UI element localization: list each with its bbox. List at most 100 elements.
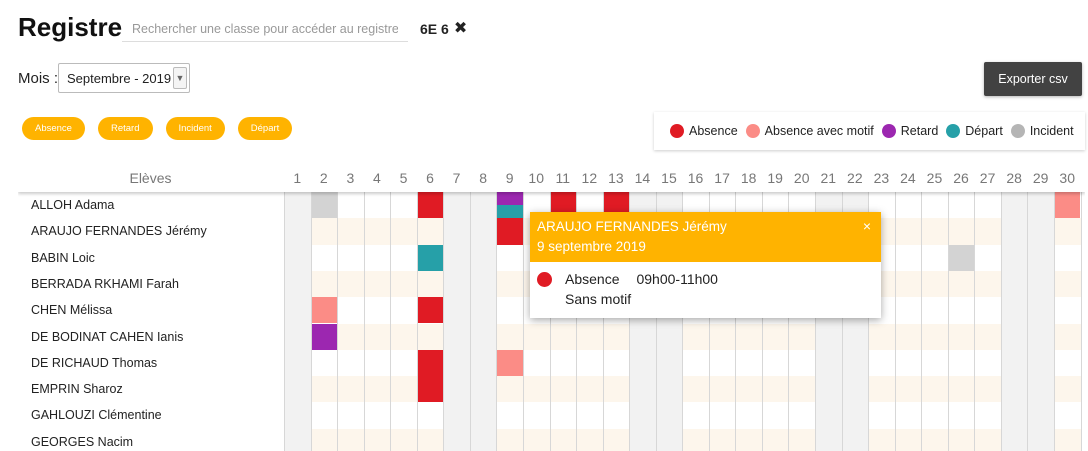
day-header: 6 bbox=[426, 170, 434, 186]
student-name[interactable]: ALLOH Adama bbox=[31, 192, 114, 218]
day-header: 12 bbox=[581, 170, 598, 186]
day-header: 19 bbox=[767, 170, 783, 186]
legend-label: Retard bbox=[900, 124, 939, 138]
export-csv-button[interactable]: Exporter csv bbox=[984, 62, 1082, 96]
legend-label: Incident bbox=[1029, 124, 1074, 138]
selected-class-label: 6E 6 bbox=[420, 21, 449, 37]
student-name[interactable]: ARAUJO FERNANDES Jérémy bbox=[31, 218, 207, 244]
day-header: 14 bbox=[634, 170, 651, 186]
day-header: 9 bbox=[505, 170, 514, 186]
day-header: 25 bbox=[926, 170, 943, 186]
event-cell-absence-motif[interactable] bbox=[311, 297, 338, 324]
month-select-value: Septembre - 2019 bbox=[67, 70, 172, 86]
day-header: 17 bbox=[714, 170, 730, 186]
popup-close-icon[interactable]: × bbox=[863, 218, 871, 234]
legend-label: Départ bbox=[965, 124, 1003, 138]
grid-line bbox=[974, 192, 976, 451]
day-header: 21 bbox=[820, 170, 837, 186]
day-header: 26 bbox=[953, 170, 969, 186]
absence-dot-icon bbox=[537, 271, 552, 287]
day-header: 11 bbox=[555, 170, 571, 186]
day-header: 10 bbox=[528, 170, 544, 186]
grid-line bbox=[469, 192, 471, 451]
depart-dot-icon bbox=[946, 124, 961, 138]
grid-line bbox=[1000, 192, 1002, 451]
selected-class-tag: 6E 6 ✖ bbox=[420, 21, 467, 38]
student-name[interactable]: BABIN Loic bbox=[31, 245, 95, 271]
event-popup: ARAUJO FERNANDES Jérémy 9 septembre 2019… bbox=[530, 212, 881, 318]
weekend-column bbox=[1000, 192, 1028, 451]
day-header: 2 bbox=[319, 170, 328, 186]
event-cell-incident[interactable] bbox=[948, 244, 975, 271]
legend-item-depart: Départ bbox=[942, 124, 1003, 138]
filter-depart-button[interactable]: Départ bbox=[237, 117, 293, 140]
popup-event-line: Absence 09h00-11h00 bbox=[537, 271, 874, 287]
day-header: 20 bbox=[793, 170, 810, 186]
day-header: 1 bbox=[293, 170, 302, 186]
day-header: 4 bbox=[373, 170, 381, 186]
grid-line bbox=[1053, 192, 1055, 451]
student-name[interactable]: DE BODINAT CAHEN Ianis bbox=[31, 324, 183, 350]
event-cell-depart[interactable] bbox=[417, 244, 444, 271]
legend-item-absence-motif: Absence avec motif bbox=[742, 124, 874, 138]
event-cell-retard[interactable] bbox=[497, 192, 523, 206]
day-header: 13 bbox=[608, 170, 624, 186]
month-label: Mois : bbox=[18, 70, 59, 87]
grid-line bbox=[1027, 192, 1029, 451]
student-name[interactable]: GEORGES Nacim bbox=[31, 429, 133, 451]
grid-header: Elèves 1 2 3 4 5 6 7 8 9 10 11 12 13 14 15 16 17 18 19 20 21… bbox=[18, 165, 1085, 192]
filter-retard-button[interactable]: Retard bbox=[97, 117, 153, 140]
event-cell-depart[interactable] bbox=[497, 205, 523, 219]
event-cell-retard[interactable] bbox=[311, 323, 338, 350]
day-header: 23 bbox=[873, 170, 890, 186]
grid-line bbox=[894, 192, 896, 451]
grid-line bbox=[947, 192, 949, 451]
grid-line bbox=[921, 192, 923, 451]
day-header: 3 bbox=[346, 170, 355, 186]
legend-item-retard: Retard bbox=[878, 124, 939, 138]
student-name[interactable]: DE RICHAUD Thomas bbox=[31, 350, 157, 376]
page-title: Registre bbox=[18, 12, 123, 42]
student-name[interactable]: BERRADA RKHAMI Farah bbox=[31, 271, 179, 297]
grid-line bbox=[522, 192, 524, 451]
close-icon[interactable]: ✖ bbox=[454, 21, 467, 37]
day-header: 8 bbox=[479, 170, 488, 186]
day-header: 18 bbox=[740, 170, 757, 186]
grid-line bbox=[337, 192, 339, 451]
grid-line bbox=[1080, 192, 1082, 451]
absence-dot-icon bbox=[670, 124, 684, 138]
day-header: 22 bbox=[847, 170, 863, 186]
absence-motif-dot-icon bbox=[745, 124, 760, 138]
day-header: 30 bbox=[1059, 170, 1075, 186]
event-cell-absence[interactable] bbox=[417, 376, 444, 403]
event-cell-absence-motif[interactable] bbox=[497, 349, 523, 377]
day-header: 27 bbox=[979, 170, 996, 186]
event-cell-absence[interactable] bbox=[417, 192, 444, 219]
weekend-column bbox=[284, 192, 311, 451]
student-name[interactable]: CHEN Mélissa bbox=[31, 297, 112, 323]
class-search-input[interactable] bbox=[122, 16, 408, 42]
grid-line bbox=[390, 192, 392, 451]
popup-date: 9 septembre 2019 bbox=[537, 239, 646, 254]
day-header: 7 bbox=[452, 170, 461, 186]
filter-absence-button[interactable]: Absence bbox=[22, 117, 85, 140]
month-select[interactable]: Septembre - 2019 ▼ bbox=[58, 63, 190, 93]
event-cell-absence[interactable] bbox=[497, 218, 523, 245]
legend-item-absence: Absence bbox=[666, 124, 738, 138]
day-header: 28 bbox=[1006, 170, 1022, 186]
weekend-column bbox=[1027, 192, 1054, 451]
event-cell-absence[interactable] bbox=[417, 349, 444, 377]
day-header: 29 bbox=[1032, 170, 1049, 186]
student-name[interactable]: EMPRIN Sharoz bbox=[31, 376, 123, 402]
popup-motif: Sans motif bbox=[565, 291, 632, 307]
popup-event-type: Absence bbox=[565, 271, 620, 287]
event-cell-incident[interactable] bbox=[311, 192, 338, 219]
filter-incident-button[interactable]: Incident bbox=[165, 117, 225, 140]
event-cell-absence[interactable] bbox=[417, 297, 444, 324]
student-name[interactable]: GAHLOUZI Clémentine bbox=[31, 402, 162, 428]
event-cell-absence-motif[interactable] bbox=[1054, 192, 1081, 219]
grid-line bbox=[443, 192, 445, 451]
legend-label: Absence avec motif bbox=[764, 124, 874, 138]
day-header: 24 bbox=[900, 170, 916, 186]
popup-event-time: 09h00-11h00 bbox=[636, 271, 718, 287]
